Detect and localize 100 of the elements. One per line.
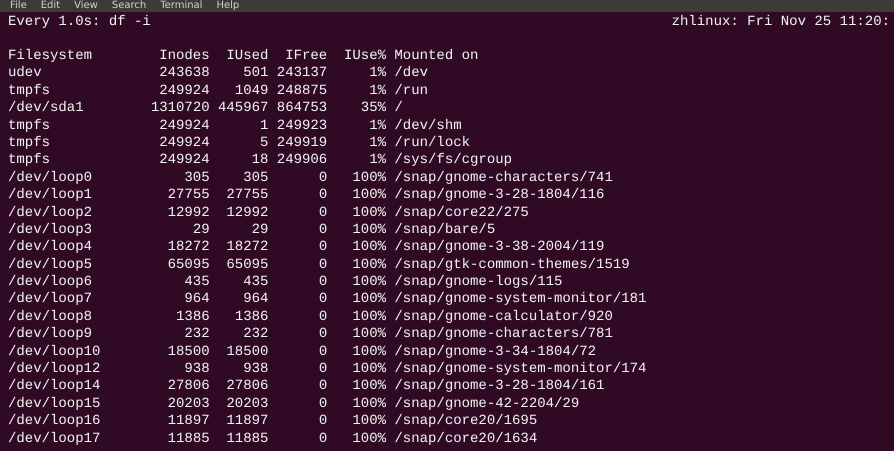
table-cell-text: 20203: [225, 396, 268, 414]
table-cell-text: 0: [318, 291, 328, 309]
table-cell-text: /dev/loop12: [8, 361, 102, 378]
table-cell-text: 18500: [166, 344, 210, 362]
table-cell-text: 35%: [360, 100, 386, 118]
table-cell-text: 0: [318, 378, 328, 396]
table-cell-text: 12992: [166, 204, 210, 222]
table-cell-text: 1049: [234, 82, 268, 100]
menu-item[interactable]: Search: [112, 0, 146, 12]
table-cell: /snap/gnome-3-34-1804/72: [394, 344, 596, 362]
table-cell-text: 0: [318, 326, 328, 344]
table-cell-text: 27806: [166, 378, 210, 396]
table-cell-text: 1310720: [150, 100, 210, 118]
table-cell-text: 964: [242, 291, 268, 309]
table-cell-text: /dev/loop0: [8, 170, 94, 188]
table-cell-text: 11885: [166, 430, 210, 448]
table-cell-text: 100%: [351, 204, 386, 222]
table-cell-text: 249924: [158, 82, 210, 100]
table-cell-text: 20203: [166, 396, 210, 414]
table-cell-text: 18272: [166, 239, 210, 257]
table-cell-text: 243137: [276, 65, 328, 83]
table-cell-text: 18: [250, 152, 268, 170]
table-cell-text: tmpfs: [8, 152, 52, 170]
table-cell: /snap/gnome-3-38-2004/119: [394, 239, 604, 257]
table-cell-text: 100%: [351, 170, 386, 188]
table-cell-text: /dev/loop16: [8, 413, 102, 431]
table-cell-text: 0: [318, 344, 328, 362]
menu-item[interactable]: Edit: [40, 0, 60, 12]
table-cell-text: 65095: [166, 256, 210, 274]
table-cell: /snap/gnome-system-monitor/181: [394, 291, 646, 309]
table-cell-text: 249924: [158, 134, 210, 152]
table-cell-text: /dev/loop1: [8, 187, 94, 205]
table-cell-text: 27755: [166, 187, 210, 205]
table-cell-text: 435: [242, 274, 268, 292]
table-cell-text: 864753: [276, 100, 328, 118]
table-cell-text: /dev/loop10: [8, 344, 102, 362]
menu-item[interactable]: View: [74, 0, 98, 12]
table-cell-text: 27755: [225, 187, 268, 205]
table-cell-text: 0: [318, 187, 328, 205]
table-cell-text: 0: [318, 204, 328, 222]
menu-item[interactable]: File: [10, 0, 27, 12]
column-header: IFree: [284, 48, 328, 66]
table-cell-text: 100%: [351, 274, 386, 292]
table-cell-text: 248875: [276, 82, 328, 100]
table-cell: /snap/gnome-3-28-1804/161: [394, 378, 604, 396]
table-cell-text: 445967: [217, 100, 268, 118]
table-cell-text: 305: [183, 170, 210, 188]
table-cell-text: 938: [183, 361, 210, 378]
table-cell: /dev: [394, 65, 428, 83]
table-cell-text: /dev/loop6: [8, 274, 94, 292]
table-cell-text: /dev/loop15: [8, 396, 102, 414]
column-header: Mounted on: [394, 48, 478, 66]
table-cell: /dev/shm: [394, 118, 462, 135]
table-cell-text: 27806: [225, 378, 268, 396]
table-cell: /snap/gnome-42-2204/29: [394, 396, 580, 414]
table-cell: /sys/fs/cgroup: [394, 152, 512, 170]
table-cell-text: 1%: [368, 134, 386, 152]
table-cell-text: 0: [318, 256, 328, 274]
table-cell-text: 964: [183, 291, 210, 309]
table-cell-text: /dev/loop7: [8, 291, 94, 309]
table-cell-text: 249923: [276, 118, 328, 135]
column-header: Inodes: [158, 48, 210, 66]
table-cell: /snap/gtk-common-themes/1519: [394, 256, 630, 274]
table-cell-text: /dev/loop5: [8, 256, 94, 274]
table-cell-text: 1: [259, 118, 268, 135]
table-cell-text: 29: [192, 222, 210, 240]
table-cell: /snap/core22/275: [394, 204, 529, 222]
menu-item[interactable]: Help: [216, 0, 240, 12]
table-cell-text: 0: [318, 396, 328, 414]
table-cell-text: tmpfs: [8, 82, 52, 100]
table-cell: /snap/gnome-3-28-1804/116: [394, 187, 604, 205]
menu-item[interactable]: Terminal: [160, 0, 202, 12]
table-cell-text: tmpfs: [8, 118, 52, 135]
table-cell: /snap/gnome-logs/115: [394, 274, 562, 292]
table-cell-text: 11897: [166, 413, 210, 431]
table-cell-text: 100%: [351, 430, 386, 448]
table-cell-text: 1%: [368, 65, 386, 83]
table-cell-text: 1386: [175, 308, 210, 326]
table-cell-text: udev: [8, 65, 43, 83]
table-cell-text: 29: [250, 222, 268, 240]
table-cell-text: 0: [318, 239, 328, 257]
table-cell-text: 1%: [368, 152, 386, 170]
table-cell-text: 100%: [351, 187, 386, 205]
table-cell-text: 65095: [225, 256, 268, 274]
table-cell: /run: [394, 82, 428, 100]
table-cell: /: [394, 100, 403, 118]
table-cell-text: 0: [318, 413, 328, 431]
table-cell: /run/lock: [394, 134, 470, 152]
table-cell-text: 100%: [351, 256, 386, 274]
table-cell-text: 100%: [351, 396, 386, 414]
table-cell: /snap/gnome-system-monitor/174: [394, 361, 646, 378]
table-cell-text: 100%: [351, 291, 386, 309]
table-cell-text: 0: [318, 274, 328, 292]
column-header: Filesystem: [8, 48, 94, 66]
table-cell-text: 243638: [158, 65, 210, 83]
host-and-time: zhlinux: Fri Nov 25 11:20:: [672, 14, 890, 32]
table-cell: /snap/core20/1695: [394, 413, 538, 431]
table-cell-text: 1%: [368, 82, 386, 100]
table-cell-text: 232: [183, 326, 210, 344]
table-cell-text: 249924: [158, 152, 210, 170]
